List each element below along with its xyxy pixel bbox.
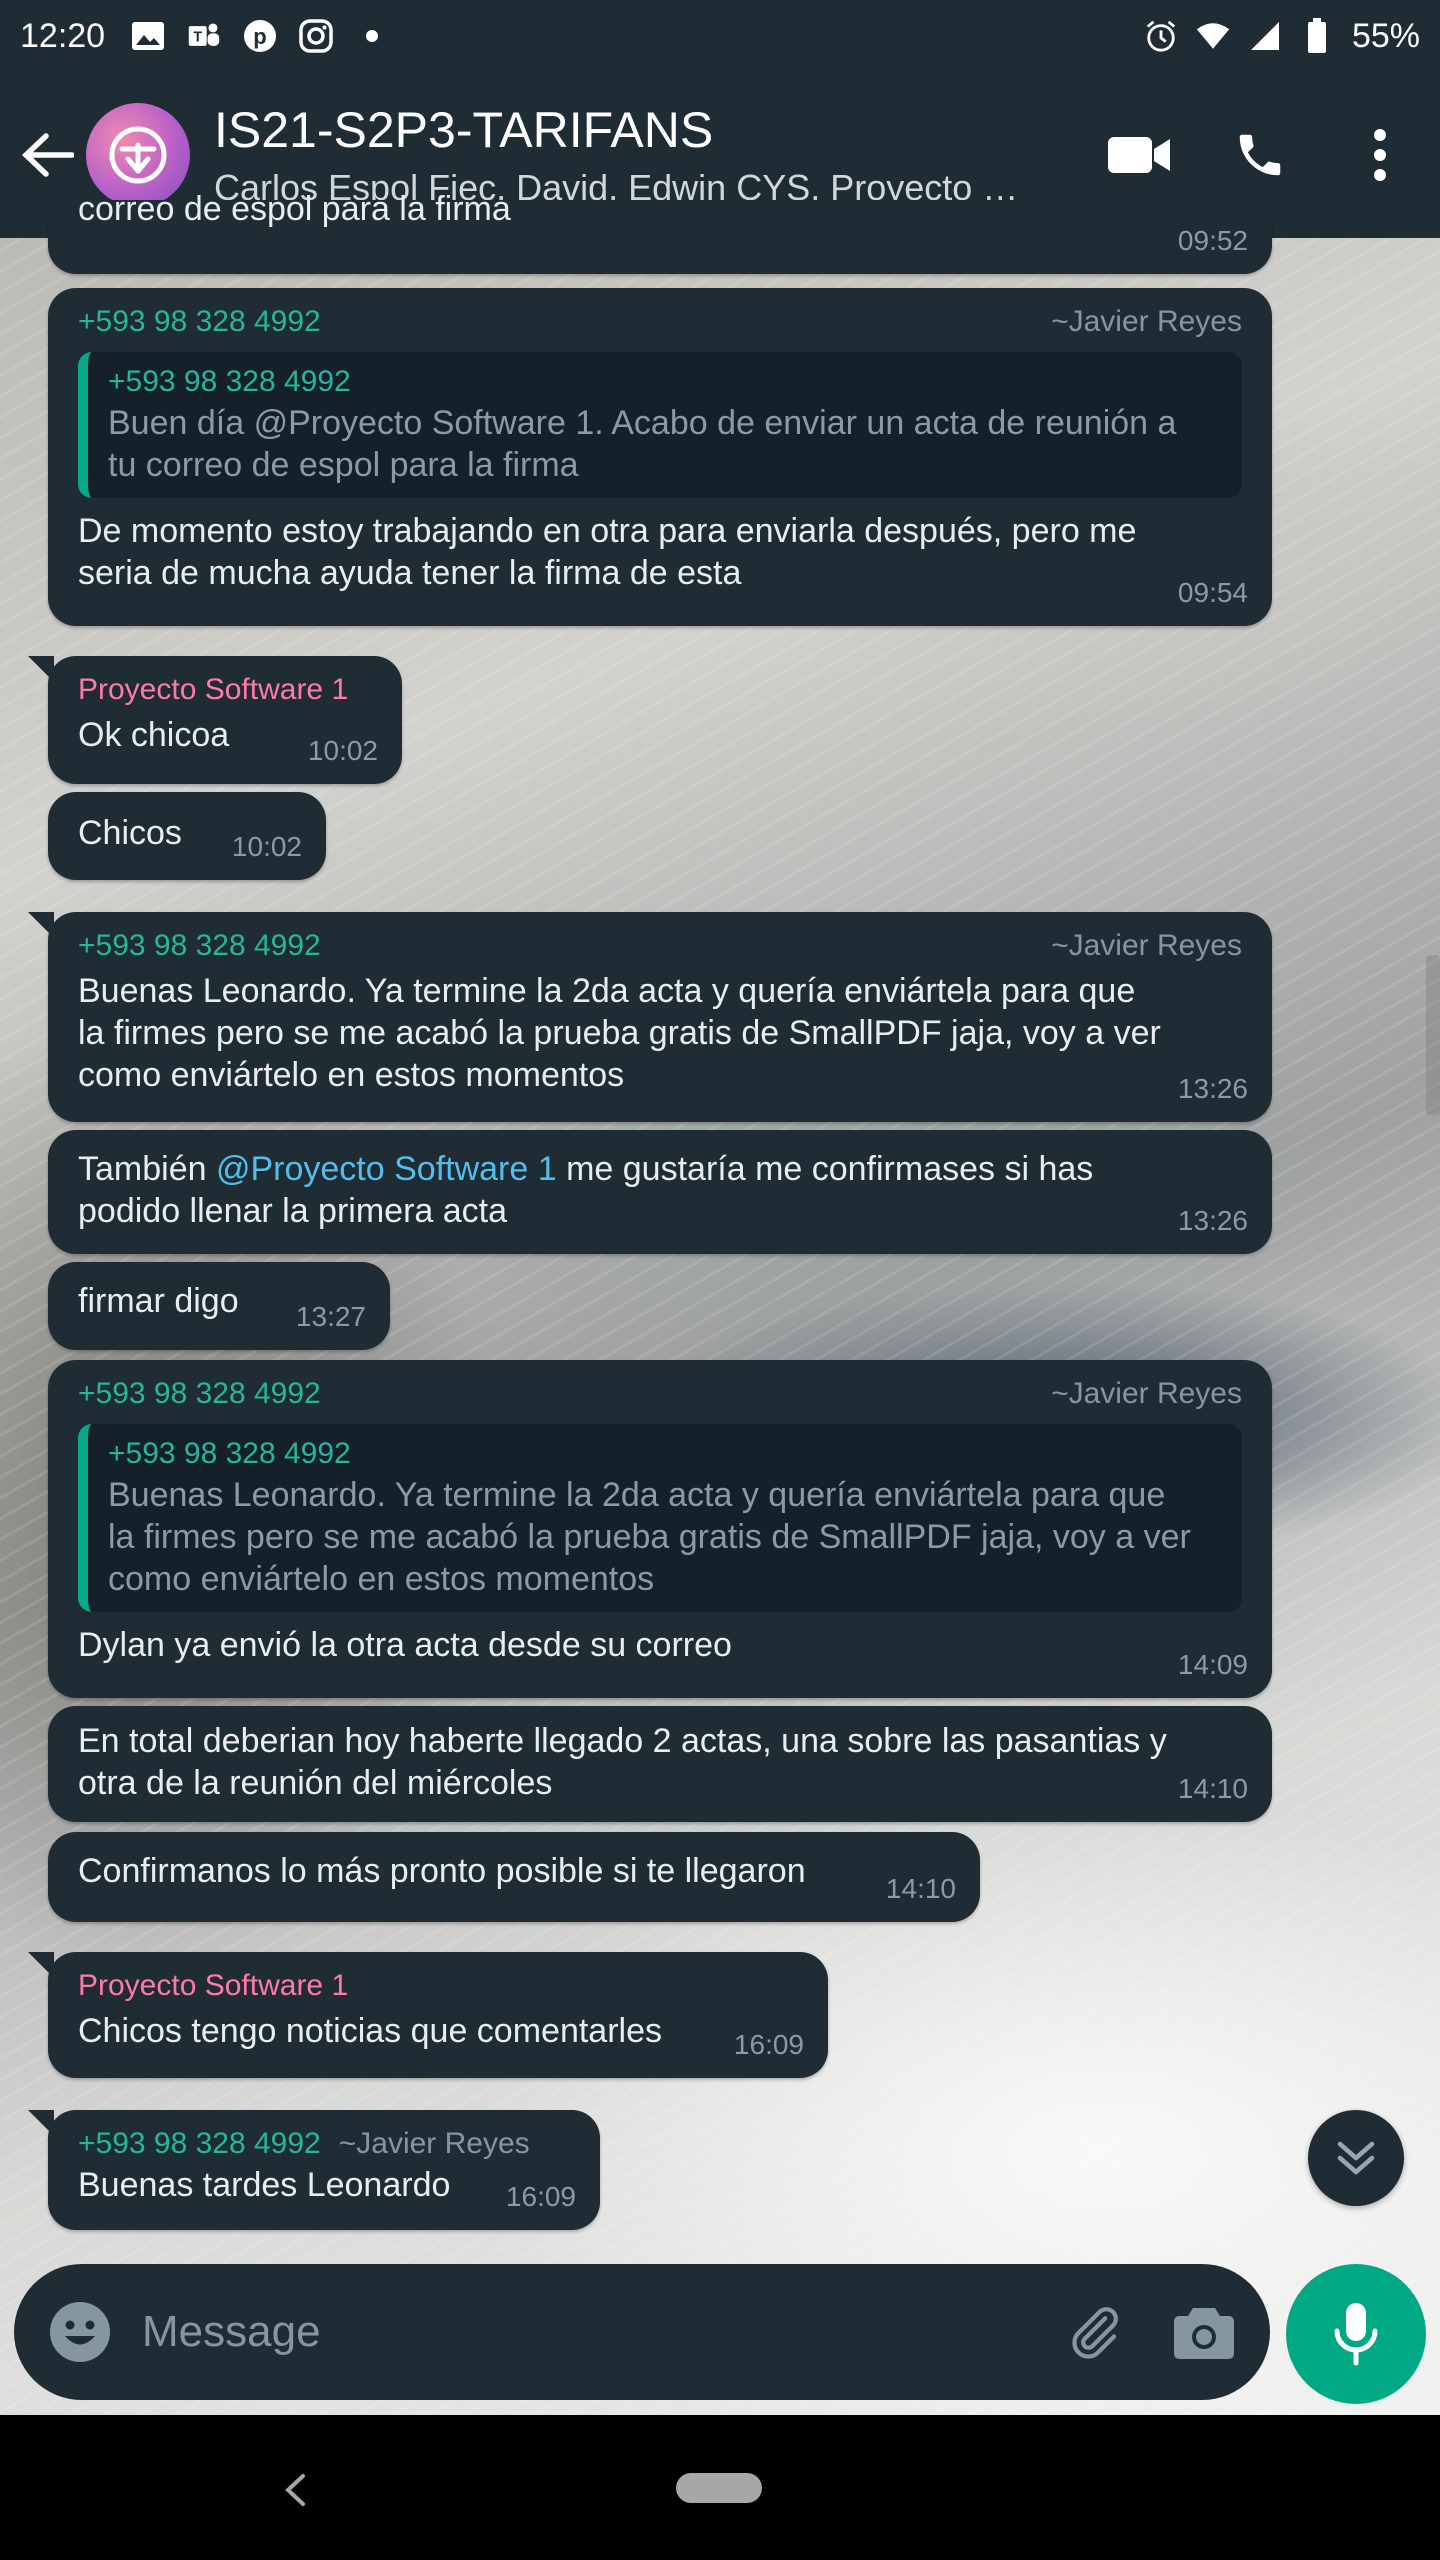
- more-vert-icon: [1374, 129, 1386, 181]
- quoted-message[interactable]: +593 98 328 4992 Buen día @Proyecto Soft…: [78, 352, 1242, 498]
- emoji-button[interactable]: [40, 2292, 120, 2372]
- camera-icon: [1174, 2308, 1234, 2359]
- message-bubble[interactable]: Chicos 10:02: [48, 792, 326, 880]
- sender-phone[interactable]: +593 98 328 4992: [78, 926, 321, 966]
- message-text: Buenas Leonardo. Ya termine la 2da acta …: [78, 972, 1161, 1094]
- alarm-icon: [1144, 19, 1178, 53]
- message-bubble[interactable]: También @Proyecto Software 1 me gustaría…: [48, 1130, 1272, 1254]
- instagram-icon: [299, 19, 333, 53]
- message-input[interactable]: [142, 2307, 1054, 2357]
- pinterest-icon: p: [243, 19, 277, 53]
- message-text: Buenas tardes Leonardo: [78, 2166, 451, 2204]
- nav-back-button[interactable]: [255, 2455, 335, 2525]
- sender-push-name: ~Javier Reyes: [1051, 929, 1242, 962]
- message-text: Dylan ya envió la otra acta desde su cor…: [78, 1626, 732, 1664]
- double-chevron-down-icon: [1337, 2141, 1375, 2175]
- status-bar: 12:20 T p 55%: [0, 0, 1440, 72]
- message-time: 14:09: [1177, 1649, 1248, 1680]
- message-bubble[interactable]: Proyecto Software 1 Chicos tengo noticia…: [28, 1952, 828, 2078]
- mention-link[interactable]: @Proyecto Software 1: [216, 1150, 557, 1188]
- sender-name[interactable]: Proyecto Software 1: [78, 670, 348, 710]
- battery-icon: [1300, 18, 1334, 53]
- message-bubble[interactable]: Confirmanos lo más pronto posible si te …: [48, 1832, 980, 1922]
- message-time: 13:27: [295, 1301, 366, 1332]
- microphone-icon: [1334, 2303, 1378, 2366]
- message-text: Confirmanos lo más pronto posible si te …: [78, 1852, 806, 1890]
- quoted-text: Buen día @Proyecto Software 1. Acabo de …: [108, 404, 1177, 484]
- sender-name[interactable]: Proyecto Software 1: [78, 1966, 348, 2006]
- message-bubble[interactable]: +593 98 328 4992 ~Javier Reyes Buenas ta…: [28, 2110, 600, 2230]
- voice-record-button[interactable]: [1286, 2264, 1426, 2404]
- notification-dot-icon: [355, 19, 389, 53]
- svg-text:p: p: [253, 24, 266, 49]
- wifi-icon: [1196, 19, 1230, 53]
- message-time: 14:10: [1177, 1773, 1248, 1804]
- message-time: 10:02: [307, 735, 378, 766]
- message-text: correo de espol para la firma: [78, 190, 511, 228]
- more-options-button[interactable]: [1320, 95, 1440, 215]
- message-time: 09:54: [1177, 577, 1248, 608]
- message-bubble[interactable]: firmar digo 13:27: [48, 1262, 390, 1350]
- group-logo-icon: [109, 126, 167, 184]
- sender-phone[interactable]: +593 98 328 4992: [78, 1374, 321, 1414]
- nav-back-icon: [285, 2474, 305, 2506]
- phone-icon: [1239, 134, 1281, 176]
- message-bubble[interactable]: En total deberian hoy haberte llegado 2 …: [48, 1706, 1272, 1822]
- sender-phone[interactable]: +593 98 328 4992: [78, 2124, 321, 2164]
- teams-icon: T: [187, 19, 221, 53]
- quoted-sender: +593 98 328 4992: [108, 365, 351, 398]
- message-text: Chicos tengo noticias que comentarles: [78, 2012, 662, 2050]
- message-bubble[interactable]: +593 98 328 4992 ~Javier Reyes +593 98 3…: [48, 288, 1272, 626]
- sender-phone[interactable]: +593 98 328 4992: [78, 302, 321, 342]
- message-text: De momento estoy trabajando en otra para…: [78, 512, 1137, 592]
- signal-icon: [1248, 19, 1282, 53]
- message-time: 16:09: [505, 2181, 576, 2212]
- sender-push-name: ~Javier Reyes: [1051, 305, 1242, 338]
- message-bubble[interactable]: correo de espol para la firma 09:52: [48, 190, 1272, 274]
- status-time: 12:20: [20, 16, 106, 55]
- message-bubble[interactable]: +593 98 328 4992 ~Javier Reyes +593 98 3…: [48, 1360, 1272, 1698]
- message-time: 16:09: [733, 2029, 804, 2060]
- system-nav-bar: [0, 2415, 1440, 2560]
- message-text: En total deberian hoy haberte llegado 2 …: [78, 1722, 1167, 1802]
- battery-percent: 55%: [1351, 16, 1420, 55]
- nav-home-pill[interactable]: [676, 2473, 762, 2503]
- back-arrow-icon: [22, 133, 74, 177]
- video-call-icon: [1108, 137, 1170, 173]
- message-bubble[interactable]: Proyecto Software 1 Ok chicoa 10:02: [28, 656, 402, 784]
- svg-text:T: T: [193, 29, 202, 45]
- message-text: También @Proyecto Software 1 me gustaría…: [78, 1150, 1094, 1230]
- scrollbar-thumb[interactable]: [1426, 955, 1440, 1115]
- gallery-icon: [131, 19, 165, 53]
- scroll-to-bottom-button[interactable]: [1308, 2110, 1404, 2206]
- message-time: 10:02: [231, 831, 302, 862]
- quoted-text: Buenas Leonardo. Ya termine la 2da acta …: [108, 1476, 1191, 1598]
- emoji-icon: [50, 2302, 110, 2362]
- quoted-sender: +593 98 328 4992: [108, 1437, 351, 1470]
- quoted-message[interactable]: +593 98 328 4992 Buenas Leonardo. Ya ter…: [78, 1424, 1242, 1612]
- paperclip-icon: [1072, 2307, 1118, 2359]
- sender-push-name: ~Javier Reyes: [1051, 1377, 1242, 1410]
- message-time: 13:26: [1177, 1073, 1248, 1104]
- camera-button[interactable]: [1164, 2292, 1244, 2372]
- message-time: 13:26: [1177, 1205, 1248, 1236]
- message-time: 14:10: [885, 1873, 956, 1904]
- group-title: IS21-S2P3-TARIFANS: [214, 102, 714, 158]
- message-time: 09:52: [1177, 225, 1248, 256]
- sender-push-name: ~Javier Reyes: [338, 2127, 530, 2160]
- message-bubble[interactable]: +593 98 328 4992 ~Javier Reyes Buenas Le…: [28, 912, 1272, 1122]
- attach-button[interactable]: [1054, 2292, 1134, 2372]
- message-composer: [14, 2264, 1270, 2400]
